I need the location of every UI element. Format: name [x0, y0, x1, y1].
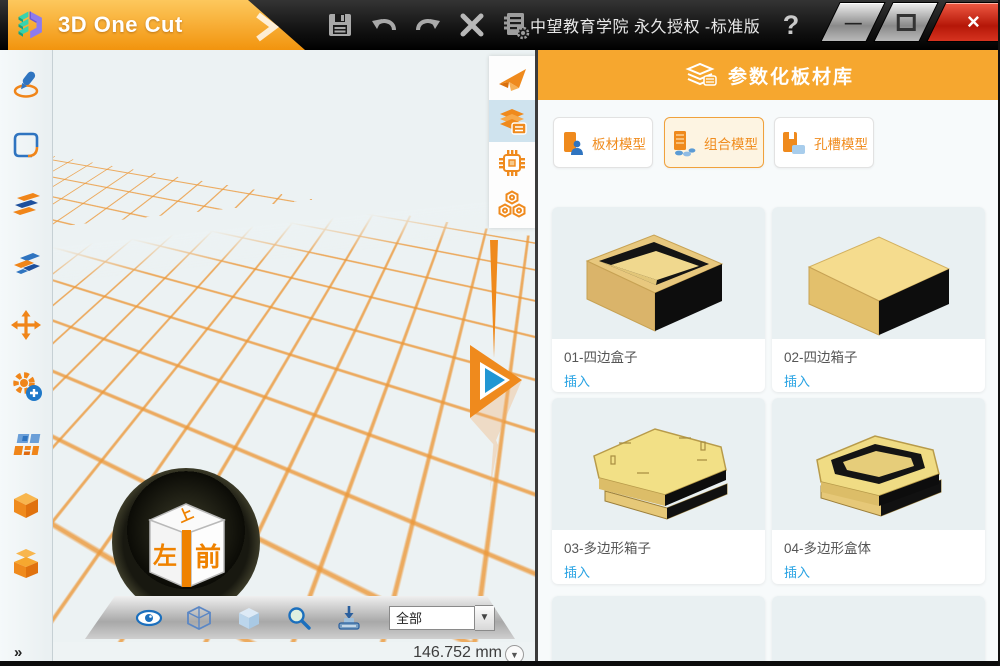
- filter-dropdown[interactable]: 全部 ▼: [389, 606, 495, 630]
- dropdown-arrow-icon[interactable]: ▼: [475, 605, 495, 631]
- app-window: 3D One Cut: [0, 0, 1000, 666]
- item-name: 02-四边箱子: [784, 346, 973, 366]
- zoom-tool[interactable]: [283, 602, 315, 634]
- board-library-panel: 参数化板材库 板材模型 组合模型: [538, 50, 1000, 666]
- solid-cube-icon[interactable]: [11, 490, 41, 520]
- help-button[interactable]: ?: [776, 6, 806, 44]
- shaded-view-tool[interactable]: [233, 602, 265, 634]
- insert-link[interactable]: 插入: [564, 562, 753, 581]
- paper-plane-icon: [496, 64, 528, 94]
- board-library-header-icon: [684, 61, 718, 89]
- fasteners-tool[interactable]: [489, 184, 535, 226]
- share-tool[interactable]: [489, 58, 535, 100]
- panel-divider: [535, 50, 538, 666]
- magnifier-icon: [286, 605, 312, 631]
- banner-chevron: [255, 12, 279, 42]
- board-library-tool[interactable]: [489, 100, 535, 142]
- add-component-icon[interactable]: [11, 370, 41, 400]
- filter-dropdown-value: 全部: [389, 606, 475, 630]
- item-thumbnail: [772, 207, 985, 339]
- redo-button[interactable]: [410, 7, 446, 43]
- maximize-icon: [897, 14, 916, 31]
- tab-board-models[interactable]: 板材模型: [553, 117, 653, 168]
- library-toolbar: [489, 56, 535, 228]
- insert-link[interactable]: 插入: [564, 371, 753, 390]
- hex-nuts-icon: [496, 189, 528, 221]
- item-thumbnail: [552, 398, 765, 530]
- visibility-tool[interactable]: [133, 602, 165, 634]
- shaded-cube-icon: [236, 605, 262, 631]
- item-name: 04-多边形盒体: [784, 537, 973, 557]
- delete-button[interactable]: [454, 7, 490, 43]
- insert-link[interactable]: 插入: [784, 371, 973, 390]
- view-cube[interactable]: 上 左 前: [112, 468, 260, 616]
- library-item-card[interactable]: 02-四边箱子 插入: [772, 207, 985, 392]
- panel-collapse-toggle[interactable]: [452, 240, 535, 495]
- measurement-readout: 146.752 mm: [52, 644, 502, 662]
- window-bottom-edge: [0, 661, 1000, 666]
- board-library-icon: [496, 105, 528, 137]
- wireframe-view-tool[interactable]: [183, 602, 215, 634]
- titlebar: 3D One Cut: [0, 0, 1000, 50]
- extrude-layers-icon[interactable]: [11, 190, 41, 220]
- tab-slot-models[interactable]: 孔槽模型: [774, 117, 874, 168]
- import-stamp-icon: [335, 604, 363, 632]
- left-toolbar: »: [0, 50, 53, 666]
- window-controls: — ×: [830, 2, 1000, 40]
- cube-front-label: 前: [195, 542, 221, 572]
- item-thumbnail: [552, 207, 765, 339]
- titlebar-toolbar: [322, 0, 534, 50]
- library-item-card[interactable]: 04-多边形盒体 插入: [772, 398, 985, 584]
- library-item-card[interactable]: 03-多边形箱子 插入: [552, 398, 765, 584]
- item-thumbnail: [772, 596, 985, 666]
- sidebar-expand-button[interactable]: »: [14, 644, 22, 661]
- combine-layers-icon[interactable]: [11, 248, 41, 278]
- panel-header: 参数化板材库: [538, 50, 1000, 100]
- slot-model-icon: [780, 129, 808, 157]
- chip-icon: [496, 147, 528, 179]
- item-thumbnail: [772, 398, 985, 530]
- sketch-tool-icon[interactable]: [11, 70, 41, 100]
- chip-tool[interactable]: [489, 142, 535, 184]
- undo-button[interactable]: [366, 7, 402, 43]
- insert-link[interactable]: 插入: [784, 562, 973, 581]
- close-button[interactable]: ×: [926, 2, 1000, 42]
- wireframe-cube-icon: [186, 605, 212, 631]
- tab-combined-models[interactable]: 组合模型: [664, 117, 764, 168]
- rectangle-sketch-icon[interactable]: [11, 130, 41, 160]
- combined-model-icon: [670, 129, 698, 157]
- save-button[interactable]: [322, 7, 358, 43]
- license-text: 中望教育学院 永久授权 -标准版: [530, 0, 760, 50]
- library-item-card[interactable]: [552, 596, 765, 666]
- view-toolbar: 全部 ▼: [85, 596, 515, 639]
- move-tool-icon[interactable]: [11, 310, 41, 340]
- panel-title: 参数化板材库: [728, 62, 854, 89]
- import-stamp-tool[interactable]: [333, 602, 365, 634]
- nesting-layout-icon[interactable]: [11, 430, 41, 460]
- app-title: 3D One Cut: [58, 12, 183, 38]
- board-model-icon: [560, 129, 586, 157]
- item-name: 01-四边盒子: [564, 346, 753, 366]
- app-logo-icon: [14, 7, 50, 43]
- bom-settings-button[interactable]: [498, 7, 534, 43]
- library-item-card[interactable]: 01-四边盒子 插入: [552, 207, 765, 392]
- close-icon: ×: [967, 11, 980, 33]
- viewport-3d[interactable]: 上 左 前: [52, 50, 535, 642]
- library-item-card[interactable]: [772, 596, 985, 666]
- stacked-box-icon[interactable]: [11, 548, 41, 578]
- cube-left-label: 左: [153, 543, 177, 570]
- item-thumbnail: [552, 596, 765, 666]
- eye-icon: [135, 608, 163, 628]
- item-name: 03-多边形箱子: [564, 537, 753, 557]
